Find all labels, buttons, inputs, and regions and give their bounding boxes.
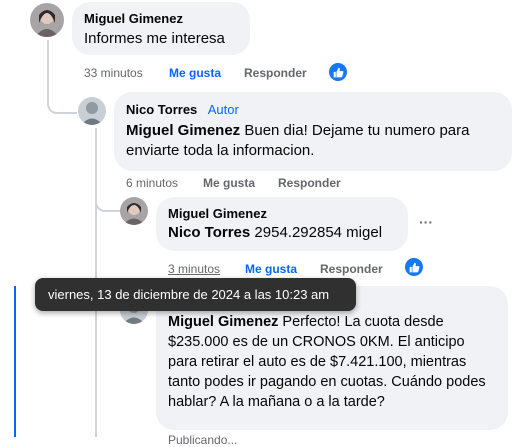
timestamp-tooltip: viernes, 13 de diciembre de 2024 a las 1… bbox=[35, 278, 356, 311]
comment-time[interactable]: 3 minutos bbox=[168, 262, 220, 276]
comment-text: Informes me interesa bbox=[84, 30, 225, 47]
tooltip-text: viernes, 13 de diciembre de 2024 a las 1… bbox=[48, 287, 330, 302]
avatar-miguel[interactable] bbox=[120, 197, 148, 225]
comment-time[interactable]: 33 minutos bbox=[84, 66, 143, 80]
comment-bubble: Miguel Gimenez Nico Torres 2954.292854 m… bbox=[156, 197, 408, 251]
like-button[interactable]: Me gusta bbox=[169, 66, 221, 80]
thread-curve-1 bbox=[47, 98, 77, 114]
thread-line-main bbox=[47, 40, 49, 100]
highlight-edge bbox=[14, 286, 16, 437]
mention-link[interactable]: Nico Torres bbox=[168, 224, 250, 241]
posting-status: Publicando... bbox=[168, 433, 238, 447]
author-badge: Autor bbox=[207, 102, 239, 117]
reply-button[interactable]: Responder bbox=[320, 262, 383, 276]
comment-author[interactable]: Nico Torres bbox=[126, 102, 197, 117]
like-reaction-icon[interactable] bbox=[405, 258, 423, 276]
comment-bubble: Nico Torres Autor Miguel Gimenez Buen di… bbox=[114, 92, 512, 171]
like-reaction-icon[interactable] bbox=[329, 63, 347, 81]
like-button[interactable]: Me gusta bbox=[245, 262, 297, 276]
comment-text: 2954.292854 migel bbox=[250, 224, 383, 241]
reply-button[interactable]: Responder bbox=[278, 176, 341, 190]
reply-button[interactable]: Responder bbox=[244, 66, 307, 80]
like-button[interactable]: Me gusta bbox=[203, 176, 255, 190]
comment-author[interactable]: Miguel Gimenez bbox=[168, 206, 396, 221]
mention-link[interactable]: Miguel Gimenez bbox=[126, 122, 240, 139]
thread-curve-2 bbox=[95, 196, 122, 212]
avatar-miguel[interactable] bbox=[30, 3, 64, 37]
avatar-nico[interactable] bbox=[78, 97, 106, 125]
comment-bubble: Miguel Gimenez Informes me interesa bbox=[72, 2, 250, 55]
comment-time[interactable]: 6 minutos bbox=[126, 176, 178, 190]
more-options-icon[interactable]: ··· bbox=[419, 214, 433, 230]
mention-link[interactable]: Miguel Gimenez bbox=[168, 314, 278, 330]
comment-author[interactable]: Miguel Gimenez bbox=[84, 11, 238, 26]
